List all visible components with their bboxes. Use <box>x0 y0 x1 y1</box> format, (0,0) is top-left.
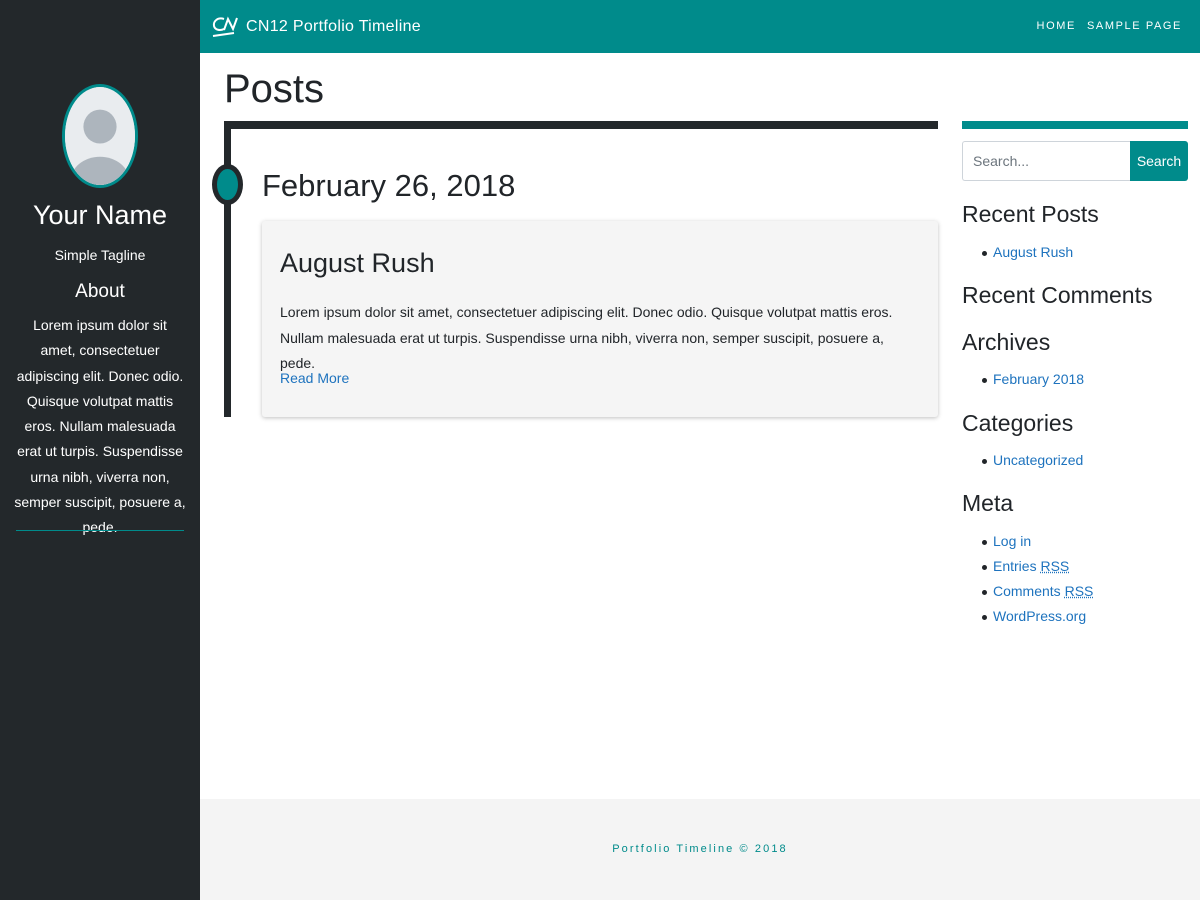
list-item: August Rush <box>962 240 1073 265</box>
comments-rss-prefix: Comments <box>993 583 1065 599</box>
wordpress-org-link[interactable]: WordPress.org <box>993 608 1086 624</box>
categories-heading: Categories <box>962 410 1074 436</box>
site-footer: Portfolio Timeline © 2018 <box>200 799 1200 900</box>
login-link[interactable]: Log in <box>993 533 1031 549</box>
entries-rss-link[interactable]: Entries RSS <box>993 558 1069 574</box>
user-placeholder-icon <box>65 87 135 185</box>
comments-rss-link[interactable]: Comments RSS <box>993 583 1093 599</box>
list-item: February 2018 <box>962 367 1084 392</box>
timeline-top-bar <box>224 121 938 129</box>
rss-abbr: RSS <box>1040 558 1070 574</box>
entries-rss-prefix: Entries <box>993 558 1041 574</box>
post-title[interactable]: August Rush <box>280 248 435 279</box>
list-item: Uncategorized <box>962 448 1083 473</box>
site-title: CN12 Portfolio Timeline <box>246 18 421 35</box>
list-item: Entries RSS <box>962 554 1093 579</box>
main-menu: HOME SAMPLE PAGE <box>1026 20 1182 32</box>
list-item: Log in <box>962 529 1093 554</box>
about-text: Lorem ipsum dolor sit amet, consectetuer… <box>14 317 186 536</box>
avatar <box>62 84 138 188</box>
post-excerpt: Lorem ipsum dolor sit amet, consectetuer… <box>280 304 893 371</box>
nav-link-sample-page[interactable]: SAMPLE PAGE <box>1087 20 1182 32</box>
cn-logo-icon <box>212 16 238 37</box>
category-link[interactable]: Uncategorized <box>993 452 1083 468</box>
archives-heading: Archives <box>962 329 1051 355</box>
profile-sidebar: Your Name Simple Tagline About Lorem ips… <box>0 0 200 900</box>
recent-posts-list: August Rush <box>962 240 1073 265</box>
archives-list: February 2018 <box>962 367 1084 392</box>
rss-abbr: RSS <box>1064 583 1094 599</box>
about-heading: About <box>75 281 125 302</box>
post-card: August Rush Lorem ipsum dolor sit amet, … <box>262 221 938 417</box>
meta-list: Log in Entries RSS Comments RSS WordPres… <box>962 529 1093 629</box>
search-input[interactable] <box>962 141 1130 181</box>
site-brand[interactable]: CN12 Portfolio Timeline <box>212 14 421 40</box>
list-item: Comments RSS <box>962 579 1093 604</box>
read-more-link[interactable]: Read More <box>280 370 349 386</box>
search-button[interactable]: Search <box>1130 141 1188 181</box>
recent-post-link[interactable]: August Rush <box>993 244 1073 260</box>
archive-link[interactable]: February 2018 <box>993 371 1084 387</box>
profile-divider <box>16 530 184 531</box>
nav-link-home[interactable]: HOME <box>1037 20 1076 32</box>
list-item: WordPress.org <box>962 604 1093 629</box>
footer-copyright: Portfolio Timeline © 2018 <box>612 843 788 855</box>
profile-name: Your Name <box>32 200 168 230</box>
recent-comments-heading: Recent Comments <box>962 282 1153 308</box>
page-title: Posts <box>224 67 325 111</box>
meta-heading: Meta <box>962 490 1014 516</box>
timeline-date: February 26, 2018 <box>262 168 516 203</box>
timeline-marker <box>212 164 243 205</box>
top-navbar: CN12 Portfolio Timeline HOME SAMPLE PAGE <box>200 0 1200 53</box>
profile-tagline: Simple Tagline <box>54 247 146 263</box>
recent-posts-heading: Recent Posts <box>962 201 1099 227</box>
widget-sidebar-top-bar <box>962 121 1188 129</box>
categories-list: Uncategorized <box>962 448 1083 473</box>
